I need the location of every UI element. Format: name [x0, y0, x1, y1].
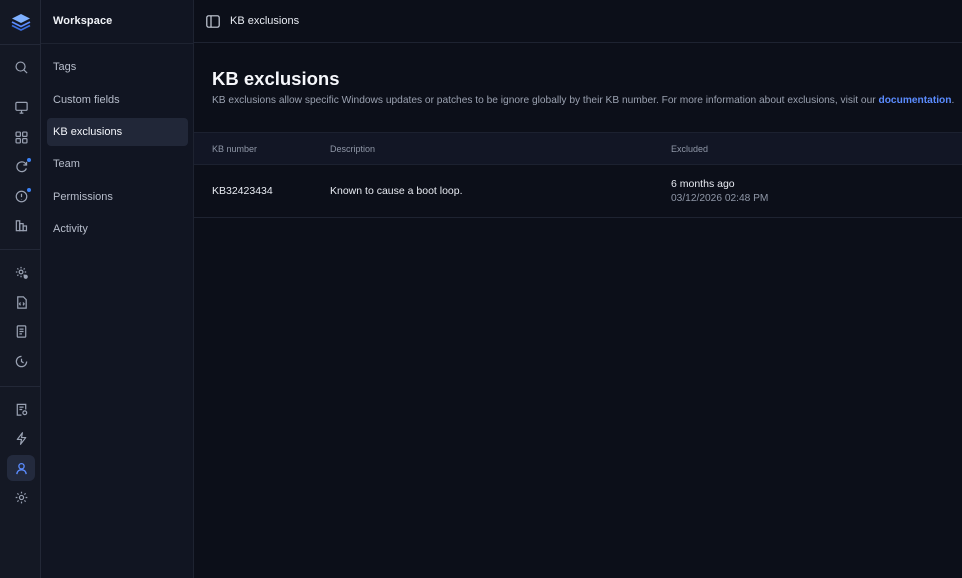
rail-divider	[0, 386, 41, 387]
table-header: KB number Description Excluded	[194, 132, 962, 165]
excluded-date: 03/12/2026 02:48 PM	[671, 193, 769, 204]
sidebar-item-tags[interactable]: Tags	[47, 53, 188, 81]
settings-sidebar: Workspace Tags Custom fields KB exclusio…	[41, 0, 194, 578]
sidebar-toggle-icon[interactable]	[206, 15, 220, 28]
page-title: KB exclusions	[212, 68, 340, 89]
description-end: .	[951, 95, 955, 106]
table-row[interactable]: KB32423434 Known to cause a boot loop. 6…	[194, 165, 962, 218]
document-icon[interactable]	[7, 318, 35, 344]
settings-icon[interactable]	[7, 484, 35, 510]
sidebar-item-kb-exclusions[interactable]: KB exclusions	[47, 118, 188, 146]
column-header-kb-number[interactable]: KB number	[212, 144, 257, 154]
column-header-description[interactable]: Description	[330, 144, 375, 154]
notification-dot	[27, 158, 31, 162]
sidebar-item-custom-fields[interactable]: Custom fields	[47, 86, 188, 114]
code-file-icon[interactable]	[7, 289, 35, 315]
rail-divider	[0, 249, 41, 250]
main-content: KB exclusions KB exclusions KB exclusion…	[194, 0, 962, 578]
app-window: Workspace Tags Custom fields KB exclusio…	[0, 0, 962, 578]
grid-icon[interactable]	[7, 124, 35, 150]
search-icon[interactable]	[7, 54, 35, 80]
refresh-icon[interactable]	[7, 153, 35, 179]
notification-dot	[27, 188, 31, 192]
lightning-icon[interactable]	[7, 425, 35, 451]
history-icon[interactable]	[7, 348, 35, 374]
alert-icon[interactable]	[7, 183, 35, 209]
workspace-title: Workspace	[53, 15, 113, 27]
report-icon[interactable]	[7, 396, 35, 422]
description-cell: Known to cause a boot loop.	[330, 185, 463, 197]
logo-icon[interactable]	[10, 11, 32, 33]
sidebar-item-activity[interactable]: Activity	[47, 215, 188, 243]
kb-number-cell: KB32423434	[212, 185, 273, 197]
excluded-relative-time: 6 months ago	[671, 178, 735, 190]
sidebar-item-team[interactable]: Team	[47, 150, 188, 178]
user-icon[interactable]	[7, 455, 35, 481]
documentation-link[interactable]: documentation	[878, 95, 951, 106]
sidebar-divider	[41, 43, 194, 44]
chart-icon[interactable]	[7, 212, 35, 238]
sidebar-item-permissions[interactable]: Permissions	[47, 183, 188, 211]
icon-rail	[0, 0, 41, 578]
column-header-excluded[interactable]: Excluded	[671, 144, 708, 154]
gear-badge-icon[interactable]	[7, 259, 35, 285]
page-description: KB exclusions allow specific Windows upd…	[212, 95, 954, 106]
description-text: KB exclusions allow specific Windows upd…	[212, 95, 879, 106]
top-bar: KB exclusions	[194, 0, 962, 43]
rail-divider	[0, 44, 41, 45]
monitor-icon[interactable]	[7, 94, 35, 120]
breadcrumb: KB exclusions	[230, 15, 300, 27]
kb-exclusions-table: KB number Description Excluded KB3242343…	[194, 132, 962, 218]
